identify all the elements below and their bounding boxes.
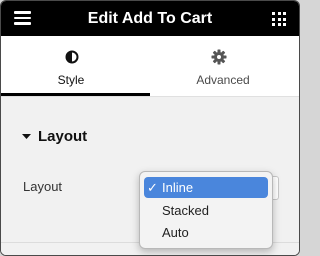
tab-style-label: Style	[57, 73, 85, 87]
tab-advanced-label: Advanced	[196, 73, 250, 87]
dropdown-option-stacked[interactable]: Stacked	[144, 200, 268, 221]
caret-down-icon[interactable]	[22, 128, 31, 139]
option-label: Stacked	[162, 203, 209, 218]
section-title-layout[interactable]: Layout	[38, 128, 87, 146]
layout-field-label: Layout	[23, 179, 63, 194]
panel-header: Edit Add To Cart	[1, 1, 299, 36]
dropdown-option-inline[interactable]: ✓ Inline	[144, 177, 268, 198]
editor-panel: Edit Add To Cart Style Advanced Layout L…	[0, 0, 300, 256]
checkmark-icon: ✓	[147, 180, 158, 195]
gear-icon	[211, 49, 227, 70]
grid-icon[interactable]	[272, 12, 286, 26]
tab-bar: Style Advanced	[1, 36, 299, 96]
tab-style[interactable]: Style	[1, 36, 150, 96]
option-label: Inline	[162, 180, 194, 195]
half-circle-icon	[65, 50, 79, 69]
dropdown-option-auto[interactable]: Auto	[144, 222, 268, 243]
tab-advanced[interactable]: Advanced	[150, 36, 299, 96]
layout-dropdown-menu: ✓ Inline Stacked Auto	[139, 171, 273, 249]
option-label: Auto	[162, 225, 189, 240]
panel-title: Edit Add To Cart	[87, 10, 213, 27]
hamburger-icon[interactable]	[14, 11, 31, 25]
